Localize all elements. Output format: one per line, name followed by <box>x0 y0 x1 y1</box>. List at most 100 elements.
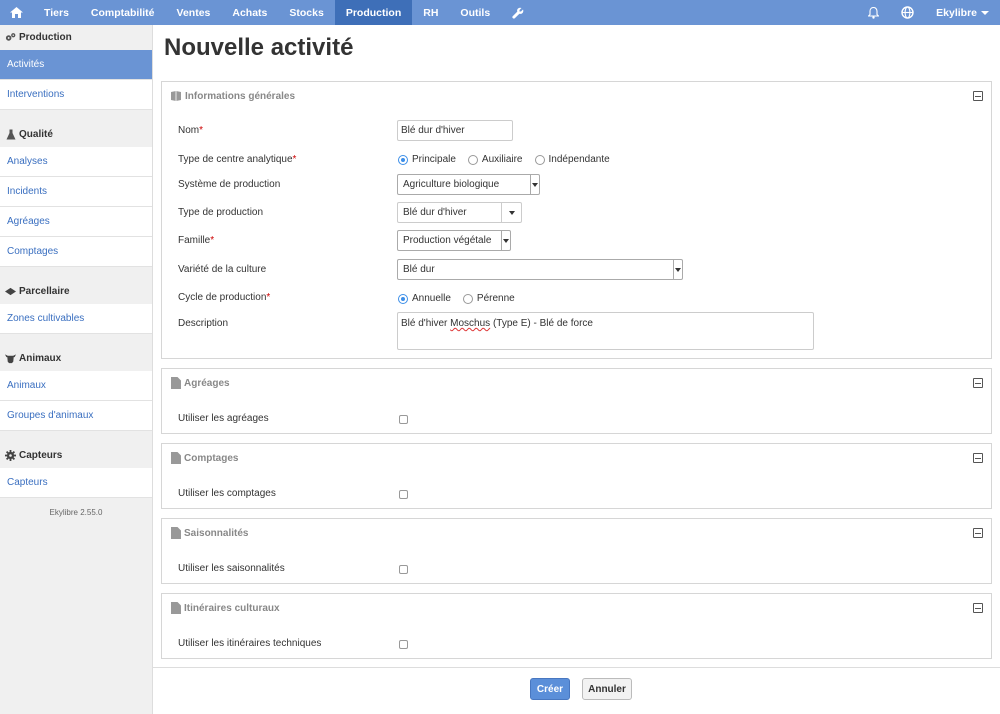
family-select[interactable]: Production végétale <box>397 230 511 251</box>
family-value: Production végétale <box>403 235 492 246</box>
panel-saisonnalites: Saisonnalités Utiliser les saisonnalités <box>161 518 992 584</box>
nav-achats[interactable]: Achats <box>221 0 278 25</box>
radio-independante[interactable] <box>534 154 545 165</box>
sidebar-section-title: Production <box>19 32 72 43</box>
comptages-checkbox[interactable] <box>399 490 408 499</box>
agreages-checkbox[interactable] <box>399 415 408 424</box>
user-menu-label: Ekylibre <box>936 6 977 19</box>
sidebar-item-interventions[interactable]: Interventions <box>0 80 152 110</box>
name-field[interactable]: Blé dur d'hiver <box>397 120 513 141</box>
book-icon <box>171 91 181 101</box>
sidebar-section-capteurs: Capteurs <box>0 443 152 468</box>
variety-value: Blé dur <box>403 264 435 275</box>
collapse-icon[interactable] <box>973 91 983 101</box>
top-navbar: Tiers Comptabilité Ventes Achats Stocks … <box>0 0 1000 25</box>
production-system-label: Système de production <box>178 179 281 190</box>
radio-principale[interactable] <box>398 154 408 165</box>
collapse-icon[interactable] <box>973 378 983 388</box>
sidebar-item-incidents[interactable]: Incidents <box>0 177 152 207</box>
radio-perenne[interactable] <box>462 293 473 304</box>
itineraires-checkbox[interactable] <box>399 640 408 649</box>
chevron-down-icon <box>981 10 989 15</box>
user-menu[interactable]: Ekylibre <box>925 0 1000 25</box>
main-content: Nouvelle activité Informations générales… <box>153 25 1000 714</box>
nav-comptabilite[interactable]: Comptabilité <box>80 0 166 25</box>
chevron-down-icon <box>530 175 539 194</box>
panel-header[interactable]: Informations générales <box>162 82 991 110</box>
nav-stocks[interactable]: Stocks <box>278 0 334 25</box>
panel-title: Comptages <box>184 452 239 464</box>
wrench-icon[interactable] <box>501 0 535 25</box>
sidebar-section-title: Parcellaire <box>19 286 70 297</box>
panel-header[interactable]: Itinéraires culturaux <box>162 594 991 622</box>
description-label: Description <box>178 318 229 329</box>
saisonnalites-checkbox[interactable] <box>399 565 408 574</box>
family-label: Famille* <box>178 235 215 246</box>
chevron-down-icon <box>673 260 682 279</box>
file-icon <box>171 527 181 539</box>
panel-title: Informations générales <box>185 90 296 102</box>
sidebar-item-capteurs[interactable]: Capteurs <box>0 468 152 498</box>
cancel-button[interactable]: Annuler <box>582 678 632 700</box>
sidebar-section-title: Animaux <box>19 353 62 364</box>
description-textarea[interactable]: Blé d'hiver Moschus (Type E) - Blé de fo… <box>397 312 814 350</box>
production-system-value: Agriculture biologique <box>403 179 500 190</box>
agreages-checkbox-label: Utiliser les agréages <box>178 413 269 424</box>
sidebar-section-parcellaire: Parcellaire <box>0 279 152 304</box>
file-icon <box>171 602 181 614</box>
bell-icon[interactable] <box>857 0 890 25</box>
sidebar-item-groupes-animaux[interactable]: Groupes d'animaux <box>0 401 152 431</box>
sidebar-item-agreages[interactable]: Agréages <box>0 207 152 237</box>
nav-rh[interactable]: RH <box>412 0 449 25</box>
globe-icon[interactable] <box>890 0 925 25</box>
production-system-select[interactable]: Agriculture biologique <box>397 174 540 195</box>
panel-agreages: Agréages Utiliser les agréages <box>161 368 992 434</box>
sidebar-section-title: Qualité <box>19 129 53 140</box>
collapse-icon[interactable] <box>973 453 983 463</box>
panel-header[interactable]: Agréages <box>162 369 991 397</box>
variety-select[interactable]: Blé dur <box>397 259 683 280</box>
sidebar-item-activites[interactable]: Activités <box>0 50 152 80</box>
variety-label: Variété de la culture <box>178 264 267 275</box>
nav-ventes[interactable]: Ventes <box>166 0 222 25</box>
sidebar-section-title: Capteurs <box>19 450 63 461</box>
form-actions: Créer Annuler <box>153 667 1000 714</box>
sidebar-item-animaux[interactable]: Animaux <box>0 371 152 401</box>
create-button[interactable]: Créer <box>530 678 570 700</box>
production-type-value: Blé dur d'hiver <box>403 207 467 218</box>
panel-title: Itinéraires culturaux <box>184 602 280 614</box>
radio-auxiliaire[interactable] <box>467 154 478 165</box>
nav-tiers[interactable]: Tiers <box>33 0 80 25</box>
file-icon <box>171 377 181 389</box>
collapse-icon[interactable] <box>973 528 983 538</box>
sidebar: Production Activités Interventions Quali… <box>0 25 153 714</box>
production-type-label: Type de production <box>178 207 264 218</box>
comptages-checkbox-label: Utiliser les comptages <box>178 488 276 499</box>
nav-production[interactable]: Production <box>334 0 413 25</box>
panel-header[interactable]: Saisonnalités <box>162 519 991 547</box>
panel-header[interactable]: Comptages <box>162 444 991 472</box>
itineraires-checkbox-label: Utiliser les itinéraires techniques <box>178 638 322 649</box>
cycle-label: Cycle de production* <box>178 292 271 303</box>
production-type-select[interactable]: Blé dur d'hiver <box>397 202 522 223</box>
center-type-label: Type de centre analytique* <box>178 154 297 165</box>
cow-icon <box>5 353 16 364</box>
nav-outils[interactable]: Outils <box>449 0 501 25</box>
sidebar-item-zones-cultivables[interactable]: Zones cultivables <box>0 304 152 334</box>
sidebar-section-production: Production <box>0 25 152 50</box>
app-version: Ekylibre 2.55.0 <box>49 508 103 517</box>
radio-annuelle[interactable] <box>398 293 408 304</box>
panel-title: Saisonnalités <box>184 527 249 539</box>
gear-icon <box>5 450 16 461</box>
sidebar-item-analyses[interactable]: Analyses <box>0 147 152 177</box>
home-icon[interactable] <box>0 0 33 25</box>
collapse-icon[interactable] <box>973 603 983 613</box>
cycle-radio-group: Annuelle Pérenne <box>398 293 527 304</box>
center-type-radio-group: Principale Auxiliaire Indépendante <box>398 154 622 165</box>
sidebar-section-animaux: Animaux <box>0 346 152 371</box>
panel-comptages: Comptages Utiliser les comptages <box>161 443 992 509</box>
panel-itineraires: Itinéraires culturaux Utiliser les itiné… <box>161 593 992 659</box>
panel-title: Agréages <box>184 377 230 389</box>
sidebar-item-comptages[interactable]: Comptages <box>0 237 152 267</box>
gears-icon <box>5 32 16 43</box>
